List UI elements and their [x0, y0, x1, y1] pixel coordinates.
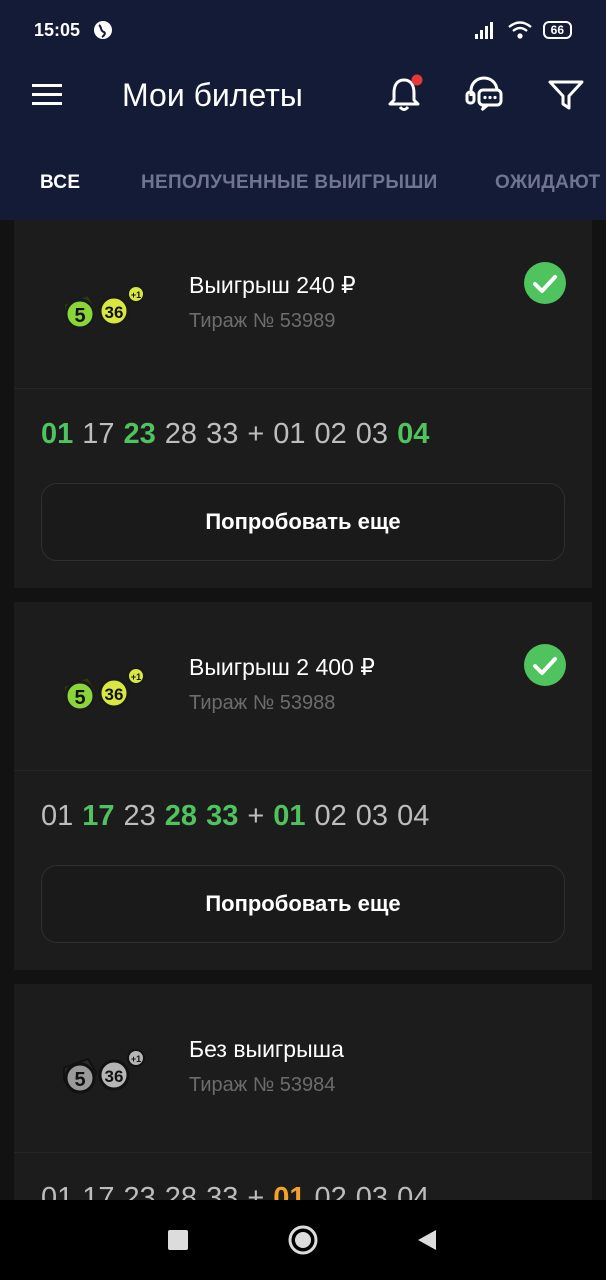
status-time: 15:05: [34, 19, 81, 40]
ticket-card[interactable]: 5 36 +1 Выигрыш 240 ₽ Тираж № 53989 01 17…: [14, 220, 592, 588]
tab-unclaimed-winnings[interactable]: НЕПОЛУЧЕННЫЕ ВЫИГРЫШИ: [141, 172, 438, 194]
svg-text:36: 36: [105, 1067, 124, 1086]
system-navigation-bar: [0, 1200, 606, 1280]
signal-icon: [474, 22, 493, 39]
ticket-draw-number: Тираж № 53984: [189, 1074, 336, 1096]
svg-text:5: 5: [74, 687, 85, 709]
try-again-button[interactable]: Попробовать еще: [41, 865, 565, 943]
tab-all[interactable]: ВСЕ: [40, 172, 80, 194]
divider: [14, 1152, 592, 1153]
tickets-list: 5 36 +1 Выигрыш 240 ₽ Тираж № 53989 01 17…: [0, 220, 606, 1200]
ticket-number: 17: [82, 418, 115, 450]
ticket-result: Выигрыш 2 400 ₽: [189, 654, 375, 680]
ticket-number: 02: [314, 418, 347, 450]
ticket-number: 04: [397, 1182, 430, 1200]
ticket-number: 28: [164, 1182, 198, 1200]
svg-text:+1: +1: [131, 1054, 141, 1064]
svg-text:5: 5: [74, 305, 85, 327]
tab-pending[interactable]: ОЖИДАЮТ: [495, 172, 600, 194]
ticket-card[interactable]: 5 36 +1 Выигрыш 2 400 ₽ Тираж № 53988 01…: [14, 602, 592, 970]
ticket-numbers: 01 17 23 28 33 +01 02 03 04: [41, 418, 438, 451]
ticket-number: 33: [206, 418, 239, 450]
ticket-number: 04: [397, 800, 430, 832]
svg-text:+1: +1: [131, 672, 141, 682]
try-again-button[interactable]: Попробовать еще: [41, 483, 565, 561]
ticket-number: 03: [355, 800, 389, 832]
ticket-number: 17: [82, 1182, 115, 1200]
status-bar: 15:05 66: [0, 0, 606, 60]
page-title: Мои билеты: [122, 77, 303, 113]
ticket-number: 04: [397, 418, 430, 450]
ticket-number: 03: [355, 1182, 389, 1200]
filter-icon[interactable]: [546, 74, 586, 114]
ticket-number: 23: [123, 1182, 156, 1200]
divider: [14, 770, 592, 771]
lottery-5-36-logo-icon: 5 36 +1: [63, 1049, 145, 1094]
ticket-number: +: [247, 800, 265, 832]
ticket-number: 03: [355, 418, 389, 450]
ticket-draw-number: Тираж № 53988: [189, 692, 336, 714]
svg-text:36: 36: [105, 685, 124, 704]
app-bar: Мои билеты: [0, 60, 606, 132]
support-chat-icon[interactable]: [464, 74, 504, 114]
wifi-icon: [507, 21, 532, 39]
svg-text:36: 36: [105, 303, 124, 322]
svg-text:5: 5: [74, 1069, 85, 1091]
ticket-number: 01: [273, 800, 306, 832]
ticket-number: 02: [314, 800, 347, 832]
ticket-result: Без выигрыша: [189, 1036, 344, 1062]
ticket-number: 01: [41, 418, 74, 450]
ticket-number: 33: [206, 800, 239, 832]
ticket-number: 17: [82, 800, 115, 832]
divider: [14, 388, 592, 389]
check-circle-icon: [524, 644, 566, 686]
ticket-number: 01: [41, 800, 74, 832]
lottery-5-36-logo-icon: 5 36 +1: [63, 667, 145, 712]
lottery-5-36-logo-icon: 5 36 +1: [63, 285, 145, 330]
hamburger-menu-icon[interactable]: [32, 82, 62, 108]
ticket-number: +: [247, 418, 265, 450]
svg-text:+1: +1: [131, 290, 141, 300]
check-circle-icon: [524, 262, 566, 304]
ticket-number: +: [247, 1182, 265, 1200]
ticket-number: 28: [164, 800, 198, 832]
ticket-number: 01: [273, 418, 306, 450]
ticket-number: 33: [206, 1182, 239, 1200]
ticket-result: Выигрыш 240 ₽: [189, 272, 356, 298]
recent-apps-icon[interactable]: [162, 1224, 194, 1256]
ticket-card[interactable]: 5 36 +1 Без выигрыша Тираж № 53984 01 17 2…: [14, 984, 592, 1200]
ticket-number: 23: [123, 418, 156, 450]
ticket-draw-number: Тираж № 53989: [189, 310, 336, 332]
ticket-number: 02: [314, 1182, 347, 1200]
ticket-number: 01: [273, 1182, 306, 1200]
back-icon[interactable]: [410, 1224, 442, 1256]
ticket-number: 01: [41, 1182, 74, 1200]
home-icon[interactable]: [287, 1224, 319, 1256]
notification-bell-icon[interactable]: [384, 74, 424, 114]
ticket-numbers: 01 17 23 28 33 +01 02 03 04: [41, 800, 438, 833]
battery-indicator: 66: [542, 21, 572, 39]
ticket-numbers: 01 17 23 28 33 +01 02 03 04: [41, 1182, 438, 1200]
ticket-number: 23: [123, 800, 156, 832]
ticket-number: 28: [164, 418, 198, 450]
vpn-globe-icon: [94, 21, 113, 39]
tab-bar: ВСЕ НЕПОЛУЧЕННЫЕ ВЫИГРЫШИ ОЖИДАЮТ: [0, 132, 606, 220]
